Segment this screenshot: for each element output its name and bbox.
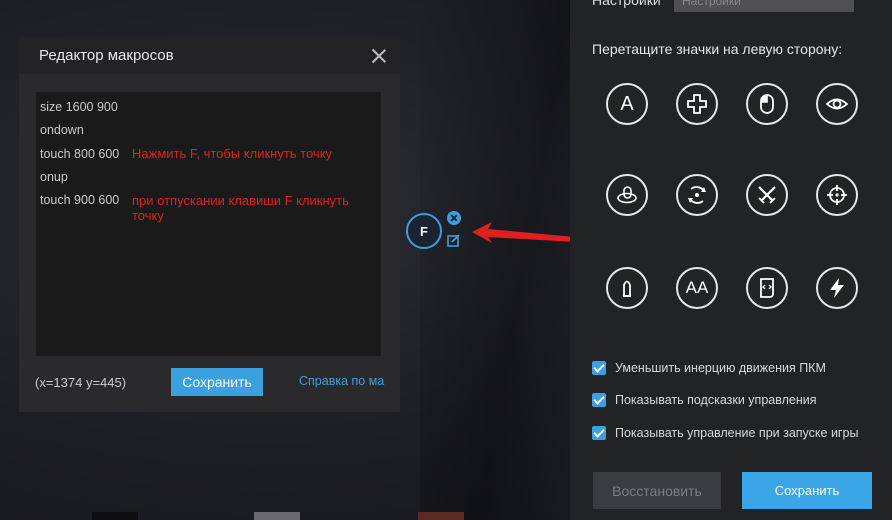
- lightning-icon[interactable]: [816, 267, 858, 309]
- annotation-note: при отпускании клавиши F кликнуть точку: [132, 193, 349, 223]
- checkbox[interactable]: [592, 361, 606, 375]
- background-tile: [254, 512, 300, 520]
- macro-editor-window: Редактор макросов size 1600 900 ondown t…: [19, 37, 400, 412]
- editor-title: Редактор макросов: [39, 47, 174, 64]
- code-line: onup: [40, 170, 68, 184]
- settings-label: Настройки: [592, 0, 661, 8]
- key-marker-label: F: [420, 223, 428, 239]
- drag-instruction: Перетащите значки на левую сторону:: [592, 41, 843, 57]
- checkbox-row[interactable]: Показывать подсказки управления: [592, 393, 816, 407]
- checkbox[interactable]: [592, 393, 606, 407]
- checkbox-row[interactable]: Показывать управление при запуске игры: [592, 426, 858, 440]
- crossed-swords-icon[interactable]: [746, 174, 788, 216]
- key-marker[interactable]: F: [406, 213, 442, 249]
- code-line: size 1600 900: [40, 100, 118, 114]
- rotate-view-icon[interactable]: [676, 174, 718, 216]
- background-tile: [92, 512, 138, 520]
- text-aa-icon[interactable]: AA: [676, 267, 718, 309]
- eye-icon[interactable]: [816, 83, 858, 125]
- remove-marker-icon[interactable]: [447, 211, 461, 225]
- code-line: ondown: [40, 123, 84, 137]
- bullet-icon[interactable]: [606, 267, 648, 309]
- checkbox-row[interactable]: Уменьшить инерцию движения ПКМ: [592, 361, 826, 375]
- crosshair-icon[interactable]: [816, 174, 858, 216]
- save-button[interactable]: Сохранить: [171, 368, 263, 396]
- code-line: touch 800 600: [40, 147, 120, 161]
- macro-code-editor[interactable]: size 1600 900 ondown touch 800 600 onup …: [36, 92, 381, 356]
- text-aa-label: AA: [685, 278, 709, 297]
- help-link[interactable]: Справка по ма: [299, 374, 391, 388]
- mouse-icon[interactable]: [746, 83, 788, 125]
- checkbox[interactable]: [592, 426, 606, 440]
- restore-button[interactable]: Восстановить: [593, 472, 721, 509]
- checkbox-label: Показывать управление при запуске игры: [615, 426, 859, 440]
- checkbox-label: Показывать подсказки управления: [615, 393, 817, 407]
- text-a-icon[interactable]: A: [606, 83, 648, 125]
- background-shape: [420, 0, 580, 520]
- settings-dropdown[interactable]: Настройки: [674, 0, 854, 12]
- code-line: touch 900 600: [40, 193, 120, 207]
- checkbox-label: Уменьшить инерцию движения ПКМ: [615, 361, 826, 375]
- close-icon[interactable]: [370, 47, 388, 65]
- editor-header: Редактор макросов: [19, 37, 400, 74]
- rotate-mouse-icon[interactable]: [606, 174, 648, 216]
- save-settings-button[interactable]: Сохранить: [742, 472, 872, 509]
- edit-marker-icon[interactable]: [447, 233, 461, 247]
- text-a-label: A: [620, 92, 634, 115]
- cursor-coordinates: (x=1374 y=445): [35, 375, 127, 390]
- annotation-note: Нажмить F, чтобы кликнуть точку: [132, 146, 333, 161]
- background-tile: [418, 512, 464, 520]
- script-icon[interactable]: [746, 267, 788, 309]
- settings-panel: Настройки Настройки Перетащите значки на…: [570, 0, 892, 520]
- dpad-icon[interactable]: [676, 83, 718, 125]
